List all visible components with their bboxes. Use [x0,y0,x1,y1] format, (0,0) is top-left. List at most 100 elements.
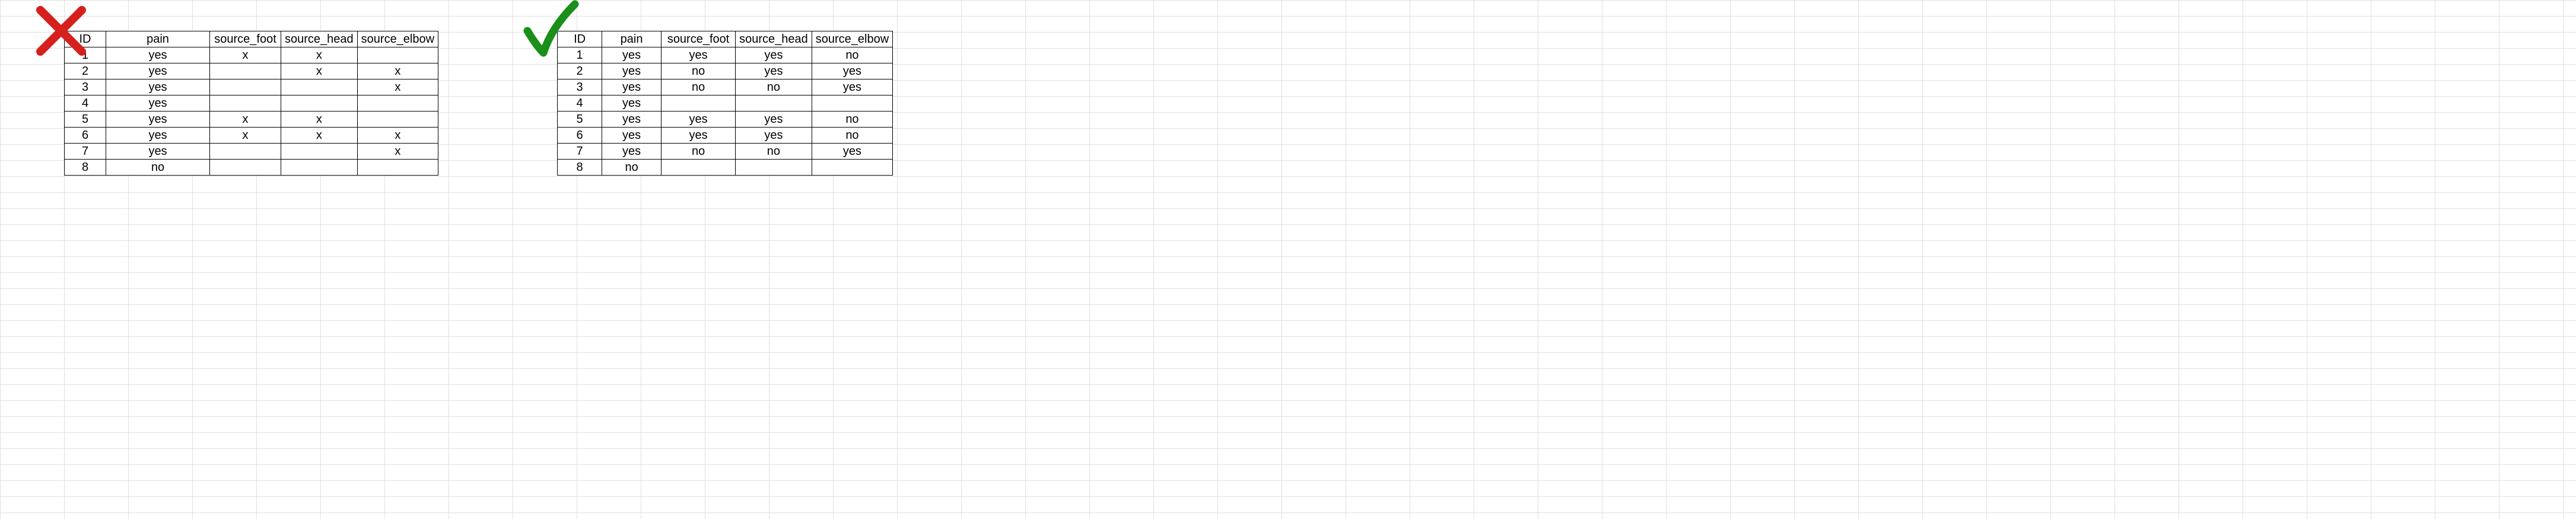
cell [662,160,736,176]
table-row: 7yes x [65,144,438,160]
cell: 3 [558,79,602,95]
cell: x [210,128,281,144]
cell: 5 [558,112,602,128]
cell: yes [602,95,662,112]
cell: yes [602,63,662,79]
cell: no [106,160,210,176]
cell [281,144,358,160]
cell: yes [662,112,736,128]
table-row: 7yesnonoyes [558,144,893,160]
col-header-foot: source_foot [662,31,736,47]
cell: x [281,47,358,63]
cell: yes [106,144,210,160]
cell: no [736,79,812,95]
cell: yes [812,63,892,79]
cell: yes [812,144,892,160]
cell: no [602,160,662,176]
cell: 3 [65,79,106,95]
cell: x [210,47,281,63]
table-row: 1yesxx [65,47,438,63]
table-row: 3yes x [65,79,438,95]
table-header-row: ID pain source_foot source_head source_e… [65,31,438,47]
cell: 7 [65,144,106,160]
incorrect-table: ID pain source_foot source_head source_e… [64,31,438,176]
cell [281,95,358,112]
cell: yes [812,79,892,95]
correct-example-block: ID pain source_foot source_head source_e… [557,31,893,176]
cell [357,112,438,128]
cell: yes [106,112,210,128]
table-row: 6yesyesyesno [558,128,893,144]
cell: x [281,128,358,144]
table-row: 3yesnonoyes [558,79,893,95]
table-row: 6yesxxx [65,128,438,144]
cell: yes [602,79,662,95]
cell: yes [106,47,210,63]
cell: x [281,112,358,128]
cell: no [812,112,892,128]
cell [357,160,438,176]
cell: x [357,63,438,79]
check-mark-icon [519,0,584,67]
col-header-pain: pain [602,31,662,47]
cell: no [812,128,892,144]
incorrect-example-block: ID pain source_foot source_head source_e… [64,31,438,176]
cell: yes [736,63,812,79]
table-row: 8no [65,160,438,176]
table-row: 2yesnoyesyes [558,63,893,79]
table-row: 1yesyesyesno [558,47,893,63]
col-header-head: source_head [281,31,358,47]
cell: 8 [558,160,602,176]
cell: yes [602,112,662,128]
cell: x [357,144,438,160]
cell [210,95,281,112]
cell [357,47,438,63]
cell: yes [602,144,662,160]
col-header-elbow: source_elbow [357,31,438,47]
cell: 8 [65,160,106,176]
col-header-elbow: source_elbow [812,31,892,47]
cell: x [210,112,281,128]
col-header-head: source_head [736,31,812,47]
cell: yes [106,63,210,79]
cell: yes [736,128,812,144]
cell: no [662,144,736,160]
cell [281,160,358,176]
cell: no [812,47,892,63]
table-row: 4yes [558,95,893,112]
cell: no [662,79,736,95]
cell: 4 [65,95,106,112]
cell [812,160,892,176]
cell [210,144,281,160]
table-row: 2yes xx [65,63,438,79]
cell: x [281,63,358,79]
cell: x [357,79,438,95]
cell: yes [106,79,210,95]
cell: 7 [558,144,602,160]
table-row: 4yes [65,95,438,112]
table-row: 8no [558,160,893,176]
table-header-row: ID pain source_foot source_head source_e… [558,31,893,47]
cell: yes [602,47,662,63]
col-header-pain: pain [106,31,210,47]
cell: 6 [65,128,106,144]
cell [736,160,812,176]
cell: 2 [65,63,106,79]
cell [210,63,281,79]
cell [812,95,892,112]
cell: yes [662,47,736,63]
cell: 4 [558,95,602,112]
cell: yes [602,128,662,144]
cell [210,160,281,176]
correct-table: ID pain source_foot source_head source_e… [557,31,893,176]
cell [210,79,281,95]
table-row: 5yesyesyesno [558,112,893,128]
col-header-foot: source_foot [210,31,281,47]
cell: yes [106,95,210,112]
cell: no [736,144,812,160]
cell: yes [662,128,736,144]
cross-mark-icon [31,1,91,64]
cell: 5 [65,112,106,128]
cell: x [357,128,438,144]
cell [357,95,438,112]
